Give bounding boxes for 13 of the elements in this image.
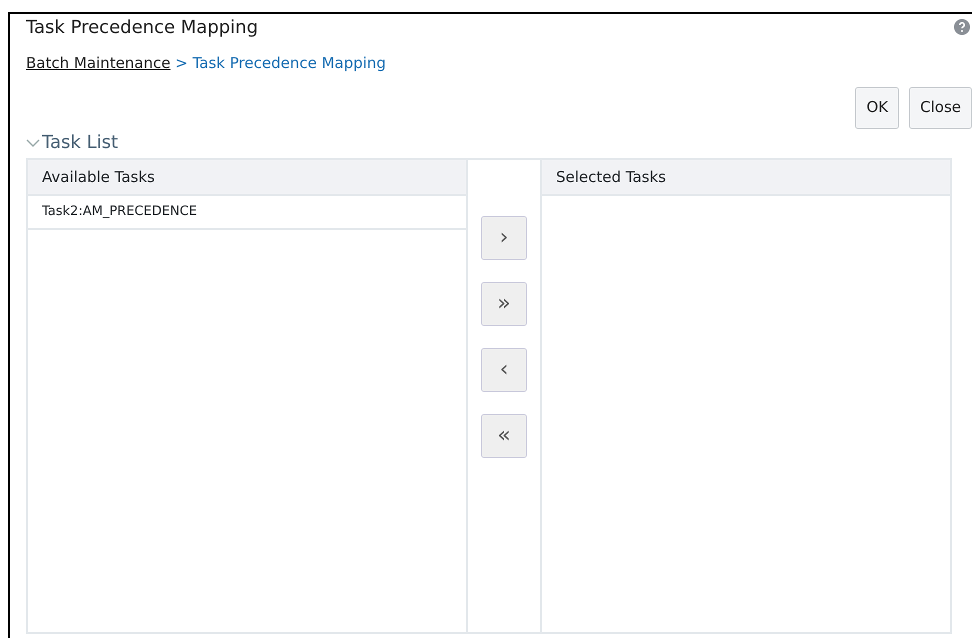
breadcrumb-link[interactable]: Batch Maintenance [26,54,170,72]
list-item[interactable]: Task2:AM_PRECEDENCE [28,196,466,230]
panel-header: Available Tasks [28,160,466,196]
page-title: Task Precedence Mapping [26,17,258,39]
ok-button[interactable]: OK [855,86,900,128]
section-title: Task List [42,130,118,154]
breadcrumb-current: > Task Precedence Mapping [175,54,386,72]
move-button[interactable]: » [481,282,527,326]
move-button[interactable]: « [481,414,527,458]
move-button[interactable]: › [481,216,527,260]
panel-header: Selected Tasks [542,160,950,196]
move-button[interactable]: ‹ [481,348,527,392]
close-button[interactable]: Close [909,86,972,128]
